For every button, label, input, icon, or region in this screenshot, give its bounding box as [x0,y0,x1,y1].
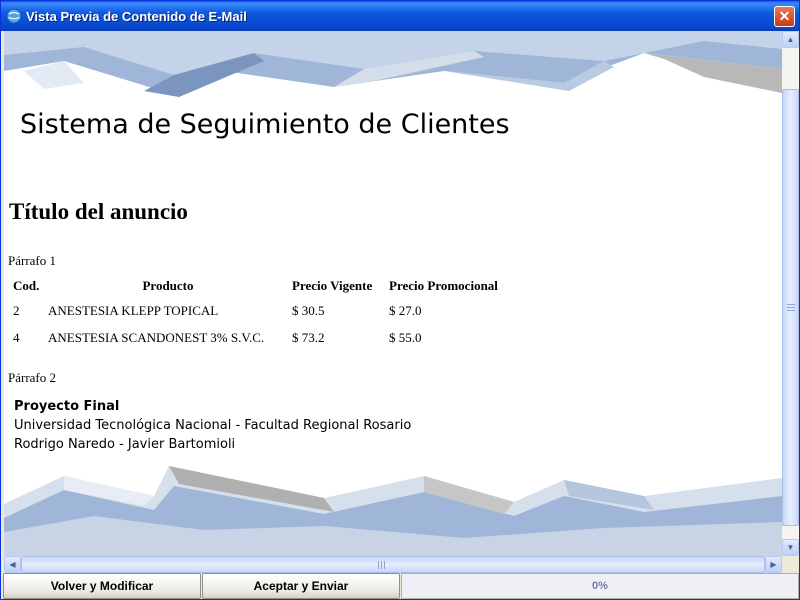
scroll-down-button[interactable]: ▼ [782,539,799,556]
arrow-up-icon: ▲ [786,35,795,44]
email-preview-window: Vista Previa de Contenido de E-Mail ✕ Si… [0,0,800,600]
close-icon: ✕ [778,8,791,24]
cell-product: ANESTESIA KLEPP TOPICAL [48,302,219,318]
back-and-modify-button[interactable]: Volver y Modificar [3,573,201,599]
horizontal-scroll-thumb[interactable] [21,556,765,573]
arrow-left-icon: ◀ [9,560,16,569]
window-title: Vista Previa de Contenido de E-Mail [26,9,247,24]
arrow-down-icon: ▼ [786,543,795,552]
cell-promo-price: $ 27.0 [389,302,422,318]
signature-university: Universidad Tecnológica Nacional - Facul… [14,418,412,433]
arrow-right-icon: ▶ [770,560,777,569]
vertical-scrollbar[interactable]: ▲ ▼ [782,31,799,556]
scrollbar-corner [782,556,799,573]
table-header-row: Cod. Producto Precio Vigente Precio Prom… [11,275,511,297]
column-header-code: Cod. [13,278,40,293]
paragraph-2: Párrafo 2 [8,370,57,385]
column-header-promo-price: Precio Promocional [389,278,498,293]
scroll-left-button[interactable]: ◀ [4,556,21,573]
horizontal-scrollbar[interactable]: ◀ ▶ [4,556,782,573]
cell-product: ANESTESIA SCANDONEST 3% S.V.C. [48,329,265,345]
email-content-area[interactable]: Sistema de Seguimiento de Clientes Títul… [4,31,782,556]
column-header-product: Producto [142,278,194,293]
email-header-title: Sistema de Seguimiento de Clientes [20,109,510,140]
close-button[interactable]: ✕ [774,6,795,27]
announcement-title: Título del anuncio [9,199,188,224]
cell-current-price: $ 30.5 [292,302,325,318]
action-bar: Volver y Modificar Aceptar y Enviar 0% [3,573,799,599]
signature-authors: Rodrigo Naredo - Javier Bartomioli [14,437,236,452]
grip-icon [378,561,385,569]
send-progress-bar: 0% [401,573,799,599]
title-bar[interactable]: Vista Previa de Contenido de E-Mail ✕ [1,1,799,31]
footer-decoration [4,466,782,556]
paragraph-1: Párrafo 1 [8,253,57,268]
progress-label: 0% [592,580,608,592]
signature-project: Proyecto Final [14,399,120,414]
email-signature: Proyecto Final Universidad Tecnológica N… [14,397,411,454]
cell-code: 4 [13,329,20,345]
vertical-scroll-thumb[interactable] [782,89,799,526]
column-header-current-price: Precio Vigente [292,278,373,293]
scroll-right-button[interactable]: ▶ [765,556,782,573]
table-row: 4 ANESTESIA SCANDONEST 3% S.V.C. $ 73.2 … [11,324,511,351]
grip-icon [787,304,795,311]
products-table: Cod. Producto Precio Vigente Precio Prom… [11,275,511,351]
cell-code: 2 [13,302,20,318]
globe-icon [6,8,22,24]
cell-current-price: $ 73.2 [292,329,325,345]
accept-and-send-button[interactable]: Aceptar y Enviar [202,573,400,599]
table-row: 2 ANESTESIA KLEPP TOPICAL $ 30.5 $ 27.0 [11,297,511,324]
scroll-up-button[interactable]: ▲ [782,31,799,48]
cell-promo-price: $ 55.0 [389,329,422,345]
